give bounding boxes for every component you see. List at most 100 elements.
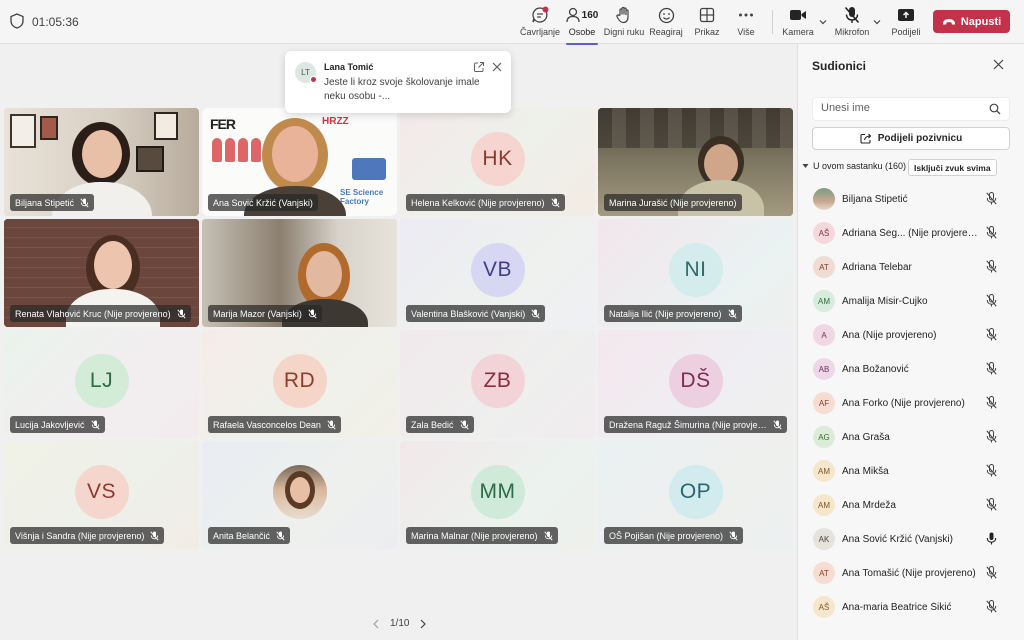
participant-tile[interactable]: OP OŠ Pojišan (Nije provjereno) (598, 441, 793, 549)
next-page-icon[interactable] (419, 619, 427, 629)
participant-tile[interactable]: DŠ Dražena Raguž Šimurina (Nije provjere… (598, 330, 793, 438)
participant-row[interactable]: AM Ana Mrdeža (798, 490, 1024, 524)
view-button[interactable]: Prikaz (690, 6, 724, 42)
share-icon (860, 133, 872, 144)
mic-off-icon[interactable] (986, 498, 997, 514)
participant-tile[interactable]: VS Višnja i Sandra (Nije provjereno) (4, 441, 199, 549)
participant-name: Ana Mikša (842, 466, 889, 477)
camera-icon (790, 10, 806, 20)
participant-name: Marina Jurašić (Nije provjereno) (609, 197, 737, 208)
close-icon[interactable] (993, 59, 1004, 70)
gallery-pager: 1/10 (372, 618, 427, 629)
avatar: RD (272, 354, 327, 408)
participant-tile[interactable]: Biljana Stipetić (4, 108, 199, 216)
previous-page-icon[interactable] (372, 619, 380, 629)
mic-on-icon[interactable] (986, 532, 997, 548)
participant-row[interactable]: AŠ Adriana Šeg... (Nije provjereno) (798, 218, 1024, 252)
search-box[interactable] (812, 97, 1010, 121)
mic-off-icon[interactable] (986, 294, 997, 310)
mute-all-button[interactable]: Isključi zvuk svima (908, 159, 997, 176)
camera-options-chevron-icon[interactable] (819, 18, 827, 26)
more-label: Više (737, 27, 755, 37)
mic-off-icon[interactable] (986, 362, 997, 378)
chat-label: Čavrljanje (519, 27, 561, 37)
participant-row[interactable]: AM Ana Mikša (798, 456, 1024, 490)
react-button[interactable]: Reagiraj (648, 6, 684, 42)
close-icon[interactable] (492, 62, 502, 72)
person-face (704, 144, 738, 184)
mic-options-chevron-icon[interactable] (873, 18, 881, 26)
chat-button[interactable]: Čavrljanje (519, 6, 561, 42)
mic-off-icon[interactable] (986, 396, 997, 412)
participant-row[interactable]: AŠ Ana-maria Beatrice Šikić (798, 592, 1024, 626)
mic-off-icon (459, 419, 469, 430)
mic-off-icon[interactable] (986, 260, 997, 276)
participant-row[interactable]: AM Amalija Misir-Čujko (798, 286, 1024, 320)
mic-off-icon[interactable] (986, 600, 997, 616)
participant-avatar: A (813, 324, 835, 346)
camera-label: Kamera (782, 27, 814, 37)
participant-tile[interactable]: FER HRZZ SE Science Factory Ana Sović Kr… (202, 108, 397, 216)
search-input[interactable] (821, 102, 981, 114)
participants-panel: Sudionici Podijeli pozivnicu U ovom sast… (797, 44, 1024, 640)
mic-off-icon (543, 530, 553, 541)
chat-notification[interactable]: LT Lana Tomić Jeste li kroz svoje školov… (285, 51, 511, 113)
more-button[interactable]: Više (733, 6, 759, 42)
mic-off-icon (150, 530, 159, 541)
message-preview: Jeste li kroz svoje školovanje imale nek… (324, 77, 480, 102)
participant-tile[interactable]: Marina Jurašić (Nije provjereno) (598, 108, 793, 216)
participant-name: Amalija Misir-Čujko (842, 296, 928, 307)
participant-nametag: Valentina Blašković (Vanjski) (406, 305, 546, 322)
participant-tile[interactable]: Renata Vlahović Kruc (Nije provjereno) (4, 219, 199, 327)
participant-row[interactable]: AT Adriana Telebar (798, 252, 1024, 286)
raise-hand-button[interactable]: Digni ruku (603, 6, 645, 42)
participant-avatar-photo (813, 188, 835, 210)
status-dot (310, 76, 317, 83)
share-button[interactable]: Podijeli (889, 6, 923, 42)
mic-off-icon[interactable] (986, 566, 997, 582)
mic-off-icon[interactable] (986, 226, 997, 242)
microphone-label: Mikrofon (834, 27, 870, 37)
participant-row[interactable]: AB Ana Božanović (798, 354, 1024, 388)
participant-tile[interactable]: Anita Belančić (202, 441, 397, 549)
search-icon (989, 103, 1001, 115)
mic-off-icon (727, 308, 737, 319)
participant-name: Ana Božanović (842, 364, 909, 375)
participant-tile[interactable]: HK Helena Kelković (Nije provjereno) (400, 108, 595, 216)
mic-off-icon[interactable] (986, 328, 997, 344)
people-button[interactable]: 160 Osobe (564, 6, 600, 45)
camera-button[interactable]: Kamera (780, 6, 816, 42)
share-invite-button[interactable]: Podijeli pozivnicu (812, 127, 1010, 150)
participant-tile[interactable]: VB Valentina Blašković (Vanjski) (400, 219, 595, 327)
slide-logo-fer: FER (210, 116, 236, 132)
participant-tile[interactable]: ZB Zala Bedić (400, 330, 595, 438)
mic-off-icon (729, 530, 738, 541)
mic-off-icon[interactable] (986, 192, 997, 208)
participant-tile[interactable]: LJ Lucija Jakovljević (4, 330, 199, 438)
participant-name: Ana Tomašić (Nije provjereno) (842, 568, 976, 579)
participant-row[interactable]: A Ana (Nije provjereno) (798, 320, 1024, 354)
participant-tile[interactable]: RD Rafaela Vasconcelos Dean (202, 330, 397, 438)
participant-row[interactable]: AG Ana Graša (798, 422, 1024, 456)
participant-row[interactable]: AK Ana Sović Kržić (Vanjski) (798, 524, 1024, 558)
microphone-button[interactable]: Mikrofon (832, 6, 872, 42)
mic-off-icon[interactable] (986, 464, 997, 480)
mic-off-icon[interactable] (986, 430, 997, 446)
in-meeting-section-toggle[interactable]: U ovom sastanku (160) (802, 161, 906, 171)
participant-tile[interactable]: MM Marina Malnar (Nije provjereno) (400, 441, 595, 549)
participant-name: Biljana Stipetić (15, 197, 75, 208)
participant-avatar: AF (813, 392, 835, 414)
avatar: VB (470, 243, 525, 297)
participant-row[interactable]: AT Ana Tomašić (Nije provjereno) (798, 558, 1024, 592)
mic-off-icon (308, 308, 317, 319)
person-face (82, 130, 122, 178)
participant-row[interactable]: Biljana Stipetić (798, 184, 1024, 218)
participant-tile[interactable]: NI Natalija Ilić (Nije provjereno) (598, 219, 793, 327)
leave-button[interactable]: Napusti (933, 10, 1010, 33)
participant-tile[interactable]: Marija Mazor (Vanjski) (202, 219, 397, 327)
pop-out-icon[interactable] (473, 61, 485, 73)
wall-frame (10, 114, 36, 148)
participant-row[interactable]: AF Ana Forko (Nije provjereno) (798, 388, 1024, 422)
avatar: NI (668, 243, 723, 297)
react-label: Reagiraj (649, 27, 683, 37)
